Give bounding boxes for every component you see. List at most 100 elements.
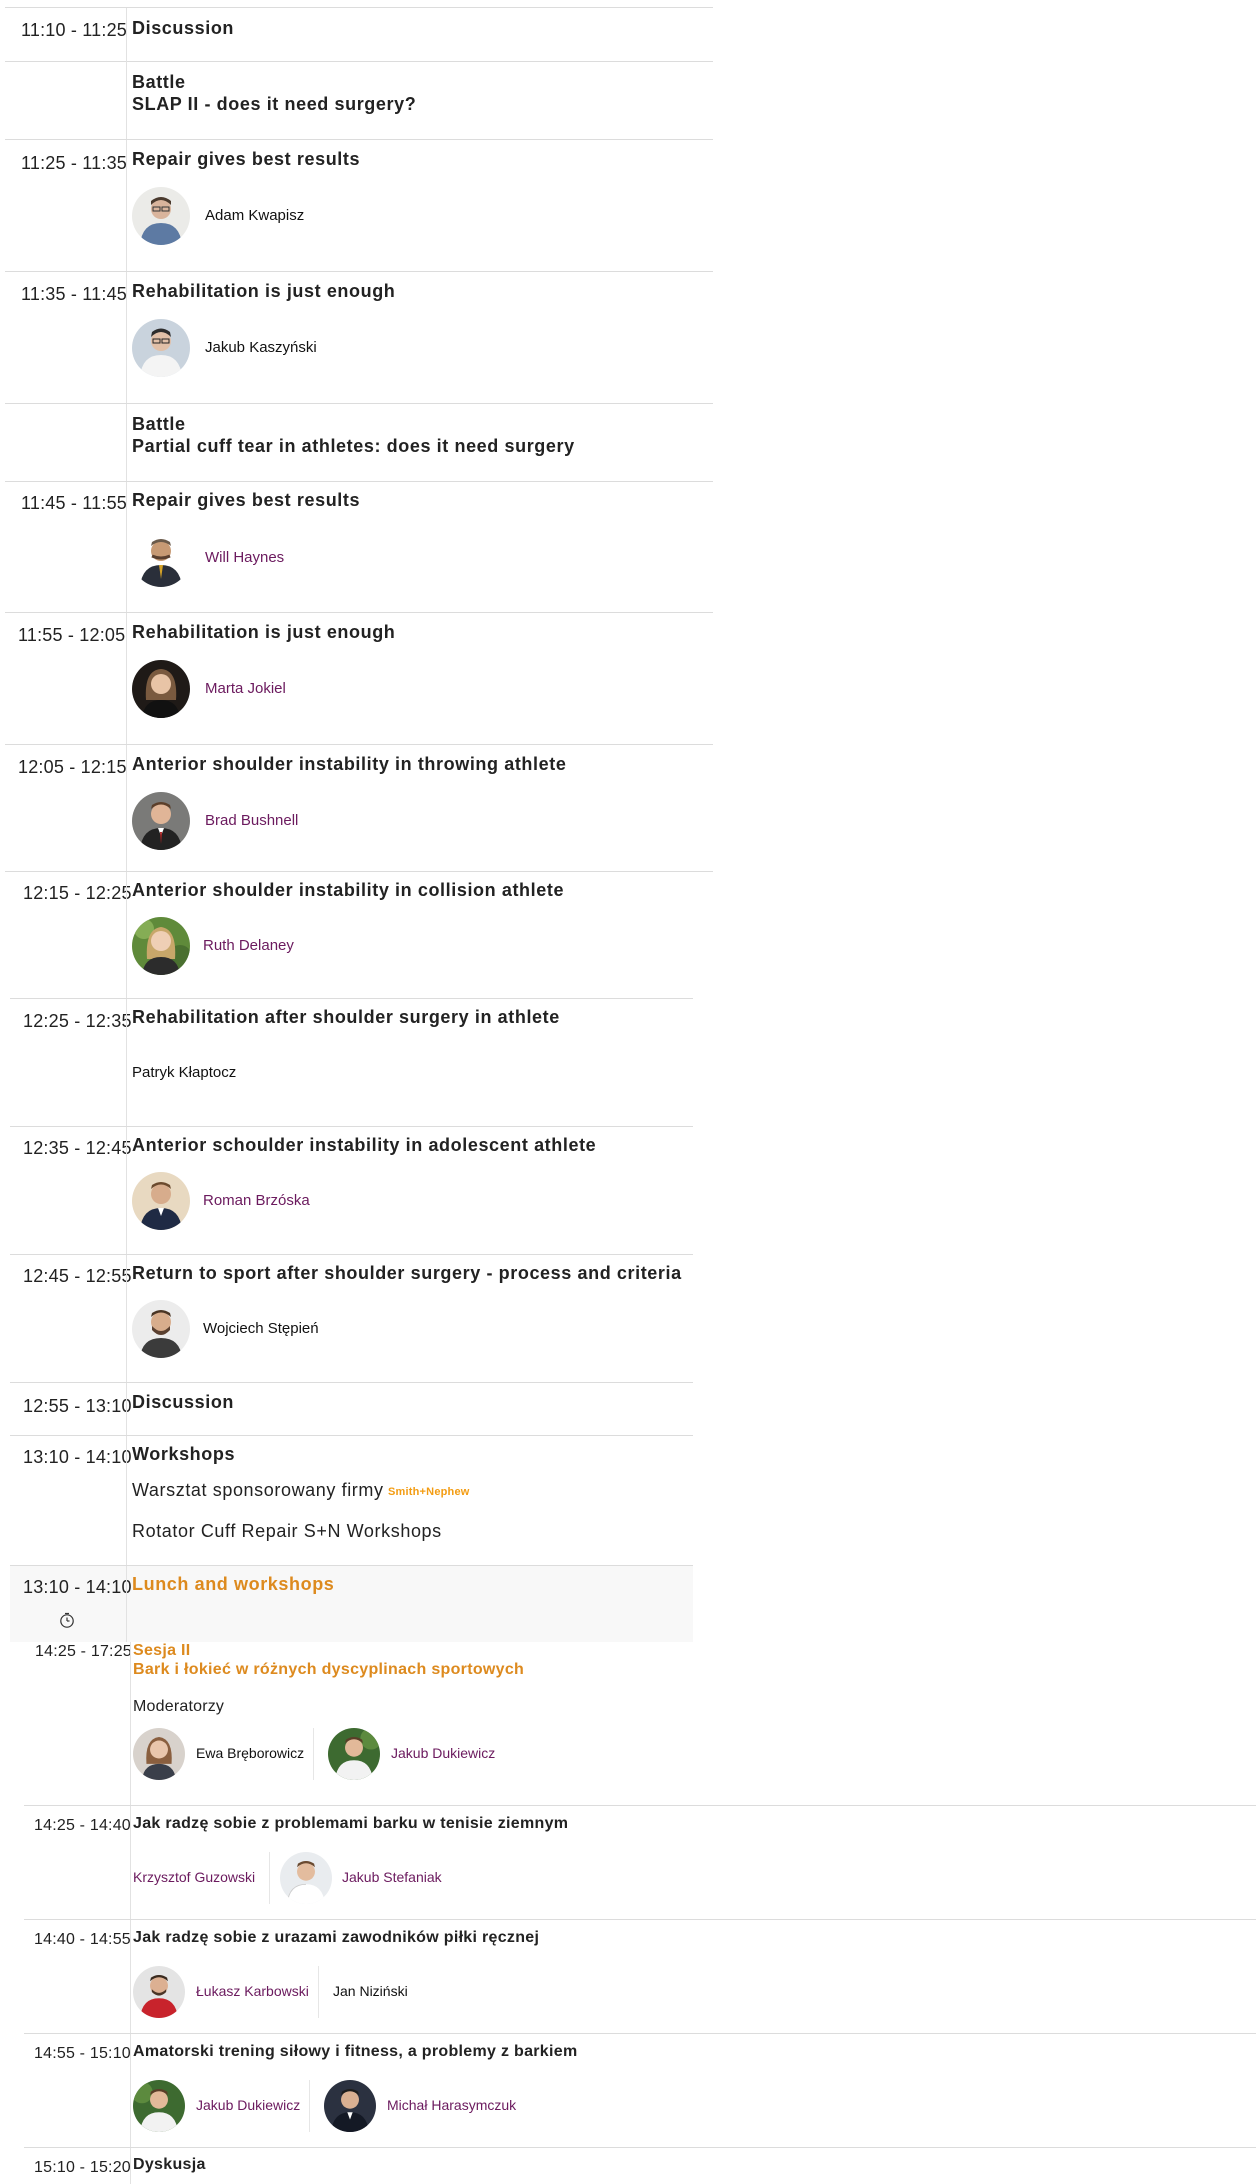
- agenda-row: Battle Partial cuff tear in athletes: do…: [5, 404, 713, 482]
- divider: [126, 272, 127, 403]
- time-slot: 14:25 - 14:40: [34, 1817, 131, 1834]
- speaker-separator: [313, 1728, 314, 1780]
- divider: [130, 1920, 131, 2033]
- talk-title: Dyskusja: [133, 2156, 206, 2173]
- time-slot: 12:25 - 12:35: [23, 1011, 132, 1031]
- session-subtitle: SLAP II - does it need surgery?: [132, 94, 417, 114]
- divider: [126, 1436, 127, 1565]
- speaker-avatar[interactable]: [280, 1852, 332, 1904]
- agenda-row: Battle SLAP II - does it need surgery?: [5, 62, 713, 140]
- speaker-avatar[interactable]: [132, 1300, 190, 1358]
- divider: [126, 62, 127, 139]
- talk-title: Jak radzę sobie z problemami barku w ten…: [133, 1815, 569, 1832]
- session-subtitle: Partial cuff tear in athletes: does it n…: [132, 436, 575, 456]
- divider: [126, 872, 127, 998]
- speaker-name-link[interactable]: Michał Harasymczuk: [387, 2097, 516, 2113]
- speaker-avatar[interactable]: [133, 1966, 185, 2018]
- speaker-avatar[interactable]: [132, 187, 190, 245]
- speaker-name-link[interactable]: Marta Jokiel: [205, 680, 286, 697]
- divider: [126, 1383, 127, 1435]
- moderator-avatar[interactable]: [328, 1728, 380, 1780]
- speaker-name-link[interactable]: Brad Bushnell: [205, 812, 298, 829]
- divider: [126, 1255, 127, 1382]
- speaker-separator: [318, 1966, 319, 2018]
- agenda-row: 13:10 - 14:10 Workshops Warsztat sponsor…: [10, 1436, 693, 1566]
- session-title: Workshops: [132, 1444, 236, 1464]
- speaker-avatar[interactable]: [132, 660, 190, 718]
- agenda-row: 11:45 - 11:55 Repair gives best results …: [5, 482, 713, 613]
- talk-title: Jak radzę sobie z urazami zawodników pił…: [133, 1929, 540, 1946]
- workshop-sponsor-text: Warsztat sponsorowany firmy: [132, 1480, 384, 1500]
- session-title: Rehabilitation is just enough: [132, 281, 396, 301]
- speaker-name[interactable]: Jan Niziński: [333, 1983, 408, 1999]
- divider: [130, 1806, 131, 1919]
- speaker-name-link[interactable]: Łukasz Karbowski: [196, 1983, 309, 1999]
- agenda-row: 11:55 - 12:05 Rehabilitation is just eno…: [5, 613, 713, 745]
- speaker-name-link[interactable]: Jakub Dukiewicz: [196, 2097, 300, 2113]
- divider: [126, 745, 127, 871]
- session-title: Discussion: [132, 18, 235, 38]
- speaker-name-link[interactable]: Krzysztof Guzowski: [133, 1869, 255, 1885]
- session-title: Anterior shoulder instability in collisi…: [132, 880, 565, 900]
- divider: [126, 140, 127, 271]
- speaker-avatar[interactable]: [132, 529, 190, 587]
- speaker-avatar[interactable]: [132, 319, 190, 377]
- time-slot: 13:10 - 14:10: [23, 1447, 132, 1467]
- session-title: Battle: [132, 414, 186, 434]
- agenda-row: 12:05 - 12:15 Anterior shoulder instabil…: [5, 745, 713, 872]
- session-header: 14:25 - 17:25 Sesja II Bark i łokieć w r…: [24, 1642, 1256, 1806]
- clock-icon: [60, 1612, 74, 1628]
- time-slot: 15:10 - 15:20: [34, 2159, 131, 2176]
- time-slot: 12:35 - 12:45: [23, 1138, 132, 1158]
- agenda-row: 11:35 - 11:45 Rehabilitation is just eno…: [5, 272, 713, 404]
- time-slot: 12:55 - 13:10: [23, 1396, 132, 1416]
- sponsor-logo: Smith+Nephew: [388, 1486, 470, 1498]
- moderator-avatar[interactable]: [133, 1728, 185, 1780]
- speaker-name[interactable]: Jakub Kaszyński: [205, 339, 317, 356]
- session-title: Battle: [132, 72, 186, 92]
- divider: [126, 404, 127, 481]
- time-slot: 11:35 - 11:45: [21, 284, 128, 304]
- time-slot: 11:25 - 11:35: [21, 153, 128, 173]
- session-title: Bark i łokieć w różnych dyscyplinach spo…: [133, 1661, 525, 1678]
- speaker-avatar[interactable]: [324, 2080, 376, 2132]
- lunch-block: 13:10 - 14:10 Lunch and workshops: [10, 1566, 693, 1642]
- session-title: Anterior schoulder instability in adoles…: [132, 1135, 597, 1155]
- speaker-separator: [269, 1852, 270, 1904]
- speaker-name-link[interactable]: Ruth Delaney: [203, 937, 294, 954]
- moderators-label: Moderatorzy: [133, 1698, 225, 1715]
- divider: [126, 1127, 127, 1254]
- speaker-name[interactable]: Patryk Kłaptocz: [132, 1064, 236, 1081]
- speaker-avatar[interactable]: [132, 792, 190, 850]
- agenda-row: 12:45 - 12:55 Return to sport after shou…: [10, 1255, 693, 1383]
- session-title: Repair gives best results: [132, 490, 361, 510]
- speaker-avatar[interactable]: [132, 917, 190, 975]
- talk-row: 14:55 - 15:10 Amatorski trening siłowy i…: [24, 2034, 1256, 2148]
- speaker-name-link[interactable]: Roman Brzóska: [203, 1192, 310, 1209]
- time-slot: 14:25 - 17:25: [35, 1643, 132, 1660]
- divider: [126, 482, 127, 612]
- divider: [126, 999, 127, 1126]
- divider: [130, 2034, 131, 2147]
- agenda-row: 12:35 - 12:45 Anterior schoulder instabi…: [10, 1127, 693, 1255]
- time-slot: 12:05 - 12:15: [18, 757, 127, 777]
- speaker-name-link[interactable]: Jakub Stefaniak: [342, 1869, 442, 1885]
- talk-row: 14:25 - 14:40 Jak radzę sobie z problema…: [24, 1806, 1256, 1920]
- moderator-name-link[interactable]: Jakub Dukiewicz: [391, 1745, 495, 1761]
- speaker-avatar[interactable]: [133, 2080, 185, 2132]
- speaker-name[interactable]: Wojciech Stępień: [203, 1320, 319, 1337]
- speaker-name-link[interactable]: Will Haynes: [205, 549, 284, 566]
- divider: [126, 613, 127, 744]
- session-title: Rehabilitation after shoulder surgery in…: [132, 1007, 560, 1027]
- time-slot: 11:45 - 11:55: [21, 493, 128, 513]
- agenda-row: 11:10 - 11:25 Discussion: [5, 7, 713, 62]
- session-title: Anterior shoulder instability in throwin…: [132, 754, 567, 774]
- moderator-name[interactable]: Ewa Bręborowicz: [196, 1745, 304, 1761]
- session-title: Discussion: [132, 1392, 235, 1412]
- speaker-name[interactable]: Adam Kwapisz: [205, 207, 304, 224]
- talk-title: Amatorski trening siłowy i fitness, a pr…: [133, 2043, 578, 2060]
- session-title: Return to sport after shoulder surgery -…: [132, 1263, 682, 1283]
- agenda-row: 12:25 - 12:35 Rehabilitation after shoul…: [10, 999, 693, 1127]
- speaker-avatar[interactable]: [132, 1172, 190, 1230]
- time-slot: 13:10 - 14:10: [23, 1577, 132, 1597]
